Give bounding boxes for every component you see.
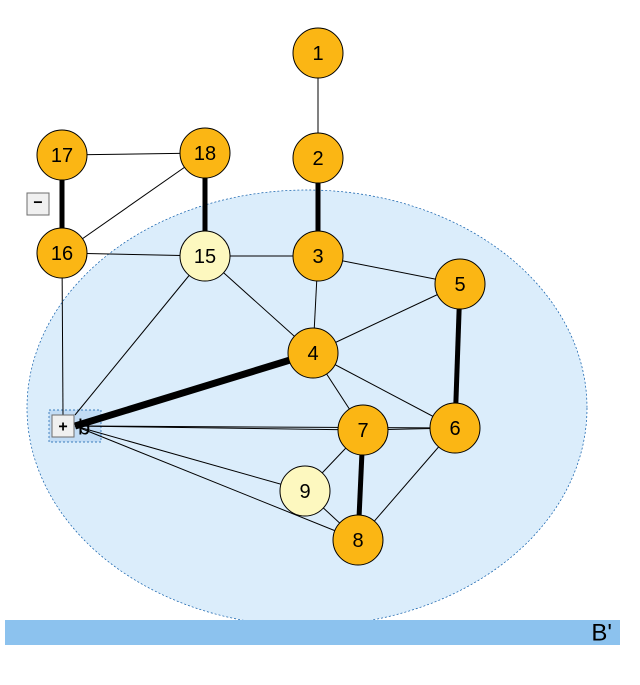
plus-icon: + bbox=[58, 419, 67, 436]
collapse-cluster-button[interactable]: − bbox=[27, 193, 49, 215]
node-15[interactable]: 15 bbox=[180, 231, 230, 281]
node-7[interactable]: 7 bbox=[338, 405, 388, 455]
node-4[interactable]: 4 bbox=[288, 328, 338, 378]
node-9[interactable]: 9 bbox=[280, 466, 330, 516]
node-label: 2 bbox=[312, 148, 323, 170]
node-label: 1 bbox=[312, 43, 323, 65]
node-label: 16 bbox=[51, 243, 73, 265]
minus-icon: − bbox=[33, 195, 42, 212]
node-label: 4 bbox=[307, 343, 318, 365]
node-label: 9 bbox=[299, 481, 310, 503]
node-3[interactable]: 3 bbox=[293, 231, 343, 281]
node-16[interactable]: 16 bbox=[37, 228, 87, 278]
node-5[interactable]: 5 bbox=[435, 259, 485, 309]
node-label: 3 bbox=[312, 246, 323, 268]
node-17[interactable]: 17 bbox=[37, 130, 87, 180]
node-label: 5 bbox=[454, 274, 465, 296]
cluster-b-label: b bbox=[78, 415, 90, 440]
node-label: 7 bbox=[357, 420, 368, 442]
node-8[interactable]: 8 bbox=[333, 515, 383, 565]
footer-bar bbox=[5, 620, 620, 645]
node-label: 15 bbox=[194, 246, 216, 268]
footer-label: B' bbox=[591, 620, 612, 647]
node-label: 17 bbox=[51, 145, 73, 167]
node-1[interactable]: 1 bbox=[293, 28, 343, 78]
node-6[interactable]: 6 bbox=[430, 403, 480, 453]
node-label: 6 bbox=[449, 418, 460, 440]
node-label: 8 bbox=[352, 530, 363, 552]
node-2[interactable]: 2 bbox=[293, 133, 343, 183]
node-18[interactable]: 18 bbox=[180, 128, 230, 178]
expand-cluster-button[interactable]: + bbox=[52, 415, 74, 437]
node-label: 18 bbox=[194, 143, 216, 165]
